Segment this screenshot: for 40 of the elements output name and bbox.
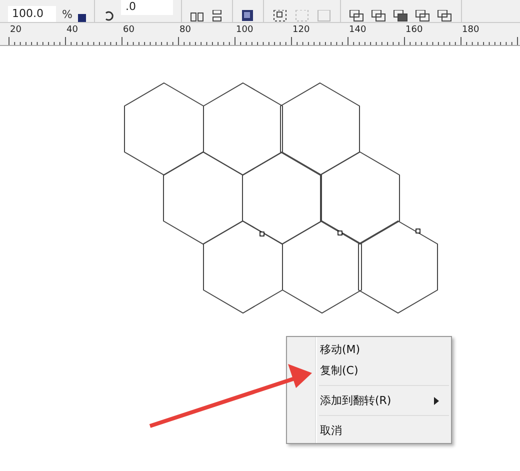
ruler-label: 160 [406,25,423,35]
hexagon-shape[interactable] [203,82,283,176]
align-icon[interactable] [190,10,204,22]
menu-item[interactable]: 取消 [287,420,451,441]
shaping-icon[interactable] [349,10,366,22]
hexagon-shape[interactable] [124,82,204,176]
node-handle[interactable] [260,232,264,236]
node-handle[interactable] [338,230,342,236]
ruler-label: 140 [349,25,366,35]
hexagon-shape[interactable] [163,151,243,245]
group-icon[interactable] [272,10,288,22]
menu-item[interactable]: 复制(C) [287,360,451,381]
shaping-icon[interactable] [415,10,432,22]
order-icon[interactable] [241,10,256,22]
ruler-label: 120 [292,25,310,35]
hexagon-shape[interactable] [320,151,400,245]
menu-item[interactable]: 移动(M) [287,339,451,360]
hexagon-shape[interactable] [203,220,283,314]
node-handle[interactable] [416,228,420,234]
lock-icon[interactable] [78,14,86,22]
hexagon-shape[interactable] [242,151,322,245]
shaping-icon[interactable] [437,10,454,22]
hexagon-shape[interactable] [358,220,438,314]
shaping-icon[interactable] [371,10,388,22]
hexagon-shape[interactable] [280,82,360,176]
submenu-arrow-icon [434,397,439,405]
rotate-icon[interactable] [103,10,116,22]
menu-item[interactable]: 添加到翻转(R) [287,390,451,411]
ruler-label: 60 [123,25,134,35]
ruler-label: 180 [462,25,480,35]
ruler-label: 80 [180,25,191,35]
distribute-icon[interactable] [210,10,224,22]
ruler-label: 20 [10,25,22,35]
shaping-icon[interactable] [393,10,410,22]
ruler-label: 40 [66,25,78,35]
ruler-label: 100 [236,25,254,35]
rotation-field[interactable]: .0 [121,0,174,15]
scale-field[interactable]: 100.0 [8,6,56,22]
hexagon-shape[interactable] [282,220,362,314]
unit-label: % [62,8,72,21]
